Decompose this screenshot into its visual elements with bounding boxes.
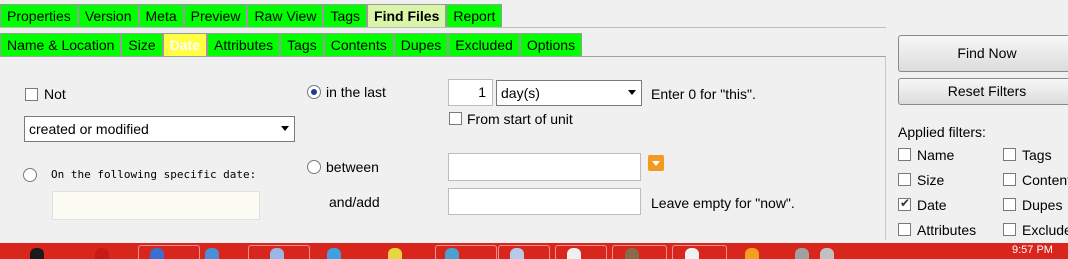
find-now-button[interactable]: Find Now [898, 35, 1068, 72]
top-tab-bar: Properties Version Meta Preview Raw View… [0, 4, 503, 27]
taskbar-button[interactable] [612, 245, 667, 259]
date-picker-dropdown-button[interactable] [648, 155, 664, 171]
filter-attributes-label: Attributes [917, 222, 977, 238]
chevron-down-icon [281, 126, 289, 131]
and-add-label: and/add [329, 194, 380, 210]
date-filter-panel: Not created or modified On the following… [0, 56, 886, 240]
in-the-last-radio[interactable] [307, 85, 321, 99]
between-start-input[interactable] [448, 153, 641, 181]
window-icon [270, 248, 284, 259]
tab-find-files[interactable]: Find Files [367, 4, 447, 27]
app-icon[interactable] [30, 248, 44, 259]
browser-icon[interactable] [205, 248, 219, 259]
globe-icon [445, 248, 459, 259]
taskbar-button[interactable] [555, 245, 607, 259]
subtab-tags[interactable]: Tags [280, 33, 324, 56]
taskbar-clock[interactable]: 9:57 PM [1012, 244, 1053, 256]
subtab-date[interactable]: Date [162, 33, 207, 56]
filter-dupes-label: Dupes [1022, 197, 1063, 213]
filter-size-label: Size [917, 172, 945, 188]
subtab-contents[interactable]: Contents [323, 33, 394, 56]
windows-taskbar: 9:57 PM [0, 243, 1068, 259]
tab-meta[interactable]: Meta [138, 4, 184, 27]
filter-tags-checkbox[interactable] [1003, 148, 1016, 161]
filter-tags-label: Tags [1022, 147, 1052, 163]
in-the-last-label: in the last [326, 84, 386, 100]
specific-date-label: On the following specific date: [51, 168, 257, 181]
between-label: between [326, 159, 379, 175]
filter-contents-label: Contents [1022, 172, 1068, 188]
taskbar-button[interactable] [672, 245, 727, 259]
filter-name-label: Name [917, 147, 955, 163]
chevron-down-icon [628, 90, 636, 95]
window-icon [150, 248, 164, 259]
tray-icon[interactable] [795, 248, 809, 259]
subtab-excluded[interactable]: Excluded [448, 33, 520, 56]
unit-select[interactable]: day(s) [496, 80, 642, 106]
date-type-select[interactable]: created or modified [24, 116, 295, 142]
document-icon [510, 248, 524, 259]
tab-preview[interactable]: Preview [183, 4, 248, 27]
tab-tags[interactable]: Tags [323, 4, 368, 27]
tab-version[interactable]: Version [77, 4, 139, 27]
filter-excluded-label: Excluded [1022, 222, 1068, 238]
tab-properties[interactable]: Properties [0, 4, 78, 27]
specific-date-radio[interactable] [23, 168, 37, 182]
clock-icon [567, 248, 581, 259]
taskbar-button[interactable] [498, 245, 550, 259]
globe-icon[interactable] [327, 248, 341, 259]
filter-contents-checkbox[interactable] [1003, 173, 1016, 186]
not-label: Not [44, 86, 66, 102]
count-input[interactable]: 1 [448, 79, 493, 106]
user-icon [625, 248, 639, 259]
reset-filters-button[interactable]: Reset Filters [898, 78, 1068, 105]
filter-date-checkbox[interactable] [898, 196, 911, 211]
sun-icon[interactable] [388, 248, 402, 259]
hint-this: Enter 0 for "this". [651, 86, 756, 102]
filter-attributes-checkbox[interactable] [898, 223, 911, 236]
filter-name-checkbox[interactable] [898, 148, 911, 161]
tab-raw-view[interactable]: Raw View [247, 4, 324, 27]
from-start-label: From start of unit [467, 111, 573, 127]
date-type-selected: created or modified [29, 121, 149, 137]
filter-dupes-checkbox[interactable] [1003, 198, 1016, 211]
find-files-sub-tab-bar: Name & Location Size Date Attributes Tag… [0, 33, 583, 56]
subtab-dupes[interactable]: Dupes [393, 33, 449, 56]
filter-excluded-checkbox[interactable] [1003, 223, 1016, 236]
subtab-size[interactable]: Size [121, 33, 163, 56]
tab-divider [0, 27, 886, 28]
taskbar-button[interactable] [138, 245, 200, 259]
tray-icon[interactable] [820, 248, 834, 259]
subtab-attributes[interactable]: Attributes [207, 33, 281, 56]
tab-report[interactable]: Report [446, 4, 503, 27]
filter-date-label: Date [917, 197, 947, 213]
not-checkbox[interactable] [25, 88, 38, 101]
applied-filters-title: Applied filters: [898, 124, 986, 140]
subtab-options[interactable]: Options [519, 33, 583, 56]
document-icon [685, 248, 699, 259]
app-icon[interactable] [95, 248, 109, 259]
specific-date-input[interactable] [52, 191, 260, 220]
unit-selected: day(s) [501, 85, 540, 101]
between-end-input[interactable] [448, 188, 641, 215]
between-radio[interactable] [307, 160, 321, 174]
sun-icon[interactable] [745, 248, 759, 259]
hint-now: Leave empty for "now". [651, 195, 795, 211]
from-start-checkbox[interactable] [449, 112, 462, 125]
subtab-name-location[interactable]: Name & Location [0, 33, 122, 56]
filter-size-checkbox[interactable] [898, 173, 911, 186]
